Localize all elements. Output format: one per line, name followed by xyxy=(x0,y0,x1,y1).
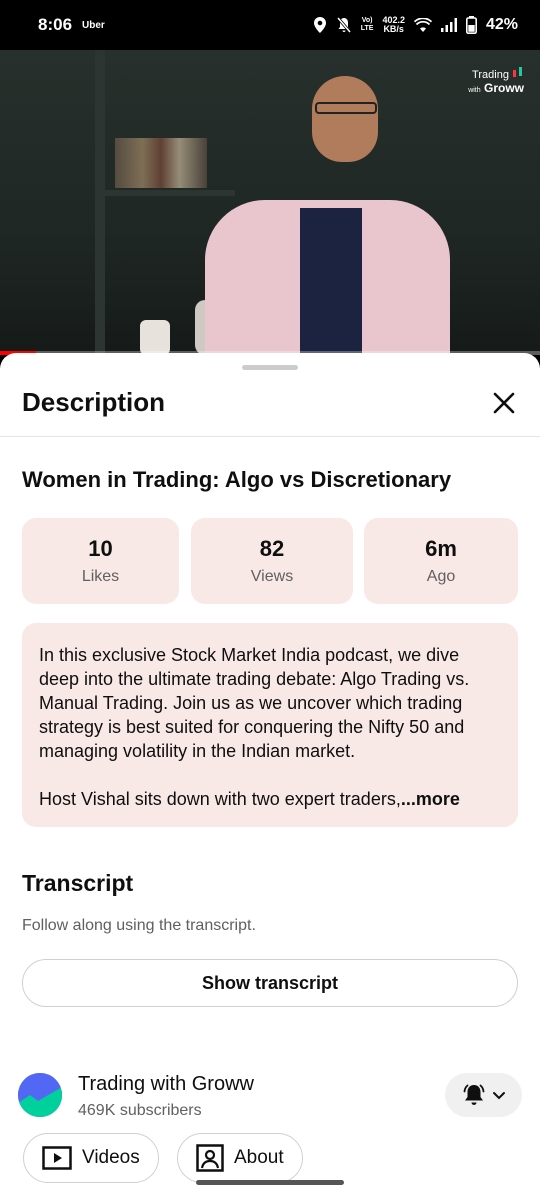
chevron-down-icon xyxy=(492,1092,505,1100)
description-sheet: Description Women in Trading: Algo vs Di… xyxy=(0,353,540,1200)
description-box[interactable]: In this exclusive Stock Market India pod… xyxy=(22,623,518,827)
shelf-board xyxy=(95,190,235,196)
notification-bell-button[interactable] xyxy=(445,1073,522,1117)
close-icon xyxy=(493,392,515,414)
status-app-label: Uber xyxy=(82,19,105,31)
stat-likes-label: Likes xyxy=(81,568,120,585)
close-button[interactable] xyxy=(486,385,522,421)
vase-decor xyxy=(140,320,170,355)
show-transcript-button[interactable]: Show transcript xyxy=(22,959,518,1007)
drag-handle[interactable] xyxy=(242,365,298,370)
stat-age: 6m Ago xyxy=(364,518,518,604)
shelf-post xyxy=(95,50,105,355)
home-indicator[interactable] xyxy=(196,1180,344,1185)
stat-views: 82 Views xyxy=(191,518,353,604)
stat-likes: 10 Likes xyxy=(22,518,179,604)
mute-icon xyxy=(336,17,352,33)
signal-icon xyxy=(440,18,457,32)
bell-icon xyxy=(463,1084,484,1105)
sheet-header: Description xyxy=(0,383,540,437)
books-decor xyxy=(115,138,207,188)
videos-chip[interactable]: Videos xyxy=(23,1133,159,1183)
description-paragraph-2: Host Vishal sits down with two expert tr… xyxy=(39,787,501,811)
host-glasses xyxy=(315,102,377,114)
stat-views-label: Views xyxy=(250,568,294,585)
about-icon xyxy=(196,1144,224,1172)
description-paragraph-1: In this exclusive Stock Market India pod… xyxy=(39,645,470,761)
about-chip[interactable]: About xyxy=(177,1133,303,1183)
battery-icon xyxy=(465,16,477,34)
status-bar: 8:06 Uber Vo) LTE 402.2 KB/s 42% xyxy=(0,0,540,50)
more-link[interactable]: ...more xyxy=(401,789,460,809)
groww-logo-icon xyxy=(18,1073,62,1117)
volte-bottom: LTE xyxy=(360,25,374,32)
stat-age-value: 6m xyxy=(425,536,457,561)
video-player[interactable]: Trading with Groww xyxy=(0,50,540,355)
status-icons: Vo) LTE 402.2 KB/s 42% xyxy=(313,16,518,34)
channel-name[interactable]: Trading with Groww xyxy=(78,1073,254,1096)
video-title: Women in Trading: Algo vs Discretionary xyxy=(22,467,452,492)
about-chip-label: About xyxy=(234,1147,284,1168)
stat-likes-value: 10 xyxy=(88,536,113,561)
stats-row: 10 Likes 82 Views 6m Ago xyxy=(22,518,518,604)
host-shirt xyxy=(300,208,362,355)
wifi-icon xyxy=(413,18,432,32)
host-head xyxy=(312,76,378,162)
watermark-line2: Groww xyxy=(483,81,524,95)
avatar[interactable] xyxy=(18,1073,62,1117)
location-icon xyxy=(313,17,327,33)
transcript-heading: Transcript xyxy=(22,870,134,896)
channel-subscribers: 469K subscribers xyxy=(78,1102,202,1119)
status-time: 8:06 xyxy=(38,15,73,34)
net-speed-unit: KB/s xyxy=(383,24,404,34)
volte-indicator: Vo) LTE xyxy=(361,17,374,33)
volte-top: Vo) xyxy=(361,17,373,24)
watermark-line1: Trading xyxy=(472,69,509,81)
channel-row[interactable]: Trading with Groww 469K subscribers xyxy=(0,1067,540,1137)
sheet-title: Description xyxy=(22,387,166,417)
transcript-subtitle: Follow along using the transcript. xyxy=(22,917,256,934)
stat-views-value: 82 xyxy=(259,536,285,561)
description-paragraph-2-text: Host Vishal sits down with two expert tr… xyxy=(39,789,401,809)
candlestick-icon xyxy=(513,67,522,77)
watermark-small: with xyxy=(468,87,481,94)
stat-age-label: Ago xyxy=(426,568,456,585)
videos-chip-label: Videos xyxy=(82,1147,140,1168)
video-icon xyxy=(42,1146,72,1170)
battery-percentage: 42% xyxy=(485,16,518,33)
channel-watermark: Trading with Groww xyxy=(468,66,524,95)
net-speed: 402.2 KB/s xyxy=(382,16,405,34)
